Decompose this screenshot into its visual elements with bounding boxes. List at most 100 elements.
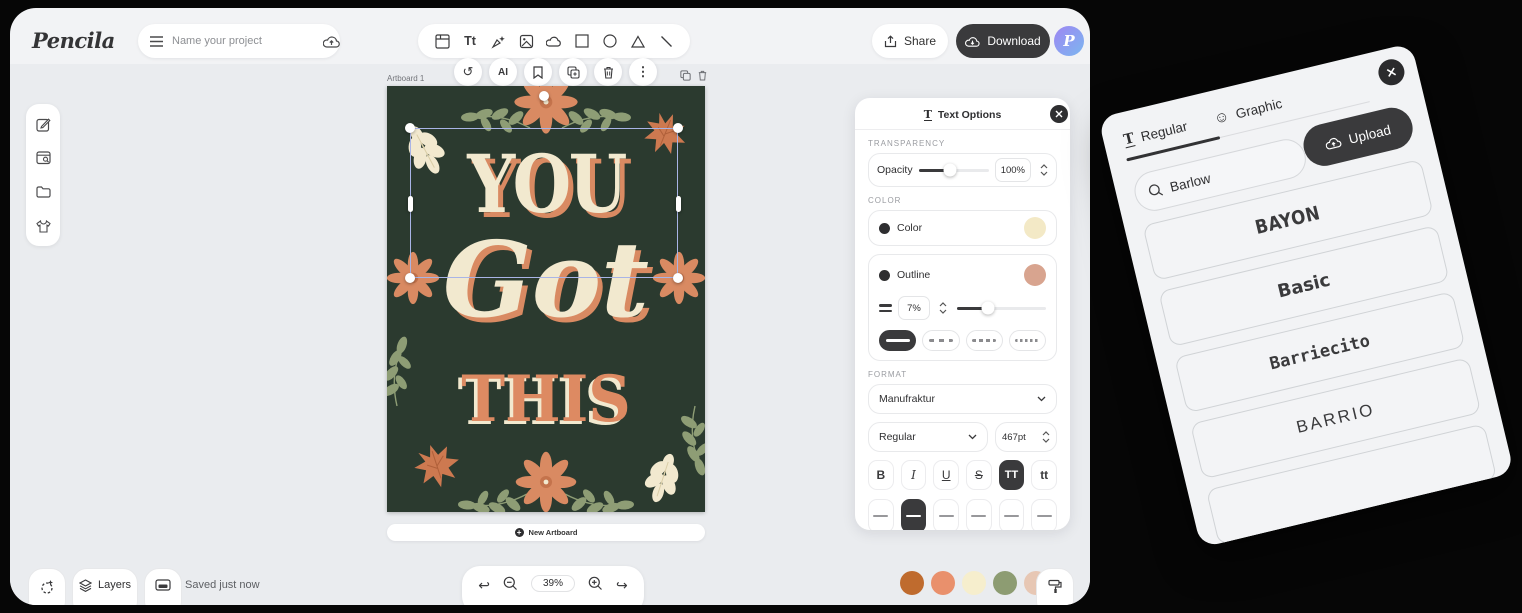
align-button-4[interactable] bbox=[966, 499, 992, 530]
line-tool-icon[interactable] bbox=[655, 30, 677, 52]
magic-cursor-icon bbox=[39, 579, 55, 595]
transparency-section-label: TRANSPARENCY bbox=[868, 139, 1057, 148]
tshirt-icon[interactable] bbox=[33, 216, 53, 236]
color-swatch-1[interactable] bbox=[900, 571, 924, 595]
italic-button[interactable]: I bbox=[901, 460, 927, 490]
duplicate-button[interactable] bbox=[559, 58, 587, 86]
blob-tool-icon[interactable] bbox=[543, 30, 565, 52]
triangle-tool-icon[interactable] bbox=[627, 30, 649, 52]
fill-color-control[interactable]: Color bbox=[868, 210, 1057, 246]
close-panel-button[interactable] bbox=[1050, 105, 1068, 123]
stroke-solid-button[interactable] bbox=[879, 330, 916, 351]
opacity-value[interactable]: 100% bbox=[995, 158, 1031, 182]
draw-tool-icon[interactable] bbox=[487, 30, 509, 52]
outline-width-slider[interactable] bbox=[957, 307, 1046, 310]
artboard-label[interactable]: Artboard 1 bbox=[387, 74, 424, 83]
menu-icon[interactable] bbox=[150, 36, 163, 47]
zoom-out-button[interactable] bbox=[503, 576, 518, 591]
cloud-save-icon[interactable] bbox=[323, 35, 340, 48]
align-button-3[interactable] bbox=[933, 499, 959, 530]
delete-button[interactable] bbox=[594, 58, 622, 86]
underline-button[interactable]: U bbox=[933, 460, 959, 490]
outline-control: Outline 7% bbox=[868, 254, 1057, 361]
shape-toolbar: Tt bbox=[418, 24, 690, 58]
stroke-dash-short-button[interactable] bbox=[1009, 330, 1046, 351]
document-color-swatches bbox=[900, 571, 1048, 595]
align-button-6[interactable] bbox=[1031, 499, 1057, 530]
zoom-in-button[interactable] bbox=[588, 576, 603, 591]
fill-color-swatch[interactable] bbox=[1024, 217, 1046, 239]
font-name: BARRIO bbox=[1294, 399, 1377, 437]
zoom-level[interactable]: 39% bbox=[531, 575, 575, 592]
pages-button[interactable] bbox=[144, 568, 182, 605]
outline-width-value[interactable]: 7% bbox=[898, 296, 930, 320]
close-font-panel-button[interactable] bbox=[1376, 57, 1407, 88]
font-family-select[interactable]: Manufraktur bbox=[868, 384, 1057, 414]
image-tool-icon[interactable] bbox=[515, 30, 537, 52]
selection-handle-w[interactable] bbox=[408, 196, 413, 212]
reset-rotation-button[interactable]: ↺ bbox=[454, 58, 482, 86]
new-artboard-button[interactable]: + New Artboard bbox=[387, 524, 705, 541]
chevron-down-icon bbox=[968, 434, 977, 440]
font-size-control[interactable]: 467pt bbox=[995, 422, 1057, 452]
ellipse-tool-icon[interactable] bbox=[599, 30, 621, 52]
layers-button[interactable]: Layers bbox=[72, 568, 138, 605]
color-swatch-2[interactable] bbox=[931, 571, 955, 595]
outline-color-swatch[interactable] bbox=[1024, 264, 1046, 286]
bookmark-button[interactable] bbox=[524, 58, 552, 86]
plus-icon: + bbox=[515, 528, 524, 537]
selection-handle-e[interactable] bbox=[676, 196, 681, 212]
align-button-5[interactable] bbox=[999, 499, 1025, 530]
zoom-controls: ↩ 39% ↪ bbox=[462, 566, 644, 605]
uppercase-button[interactable]: TT bbox=[999, 460, 1025, 490]
edit-icon[interactable] bbox=[33, 114, 53, 134]
search-icon bbox=[1147, 182, 1164, 199]
folder-icon[interactable] bbox=[33, 182, 53, 202]
strikethrough-button[interactable]: S bbox=[966, 460, 992, 490]
opacity-stepper[interactable] bbox=[1040, 164, 1048, 176]
paint-style-button[interactable] bbox=[1036, 568, 1074, 605]
delete-artboard-icon[interactable] bbox=[698, 70, 707, 81]
color-swatch-4[interactable] bbox=[993, 571, 1017, 595]
align-button-2[interactable] bbox=[901, 499, 927, 530]
color-swatch-3[interactable] bbox=[962, 571, 986, 595]
outline-width-stepper[interactable] bbox=[939, 302, 947, 314]
rotate-ccw-icon: ↺ bbox=[463, 64, 474, 80]
tab-graphic[interactable]: ☺ Graphic bbox=[1212, 95, 1284, 128]
avatar[interactable]: P bbox=[1054, 26, 1084, 56]
selection-handle-se[interactable] bbox=[673, 273, 683, 283]
stroke-dash-medium-button[interactable] bbox=[966, 330, 1003, 351]
bold-button[interactable]: B bbox=[868, 460, 894, 490]
download-button[interactable]: Download bbox=[956, 24, 1050, 58]
avatar-letter: P bbox=[1063, 32, 1074, 50]
selection-box[interactable] bbox=[410, 128, 678, 278]
font-size-stepper[interactable] bbox=[1042, 431, 1050, 443]
undo-button[interactable]: ↩ bbox=[478, 576, 490, 594]
poster-text-line3[interactable]: THIS bbox=[400, 368, 693, 432]
font-search-input[interactable] bbox=[1168, 154, 1278, 194]
duplicate-artboard-icon[interactable] bbox=[680, 70, 691, 81]
align-button-1[interactable] bbox=[868, 499, 894, 530]
lowercase-button[interactable]: tt bbox=[1031, 460, 1057, 490]
rotation-handle[interactable] bbox=[539, 91, 549, 101]
artboard-tool-icon[interactable] bbox=[431, 30, 453, 52]
stroke-dash-long-button[interactable] bbox=[922, 330, 959, 351]
pages-icon bbox=[155, 579, 171, 591]
ai-button[interactable]: AI bbox=[489, 58, 517, 86]
magic-select-button[interactable] bbox=[28, 568, 66, 605]
selection-handle-sw[interactable] bbox=[405, 273, 415, 283]
opacity-slider[interactable] bbox=[919, 169, 989, 172]
project-name-input[interactable] bbox=[172, 35, 314, 47]
more-options-button[interactable]: ⋮ bbox=[629, 58, 657, 86]
selection-handle-nw[interactable] bbox=[405, 123, 415, 133]
tab-regular[interactable]: T Regular bbox=[1122, 118, 1189, 150]
font-weight-select[interactable]: Regular bbox=[868, 422, 988, 452]
selection-handle-ne[interactable] bbox=[673, 123, 683, 133]
templates-icon[interactable] bbox=[33, 148, 53, 168]
layers-label: Layers bbox=[98, 579, 131, 591]
redo-button[interactable]: ↪ bbox=[616, 576, 628, 594]
share-button[interactable]: Share bbox=[872, 24, 948, 58]
regular-tab-t-icon: T bbox=[1122, 131, 1136, 148]
text-tool-icon[interactable]: Tt bbox=[459, 30, 481, 52]
rectangle-tool-icon[interactable] bbox=[571, 30, 593, 52]
